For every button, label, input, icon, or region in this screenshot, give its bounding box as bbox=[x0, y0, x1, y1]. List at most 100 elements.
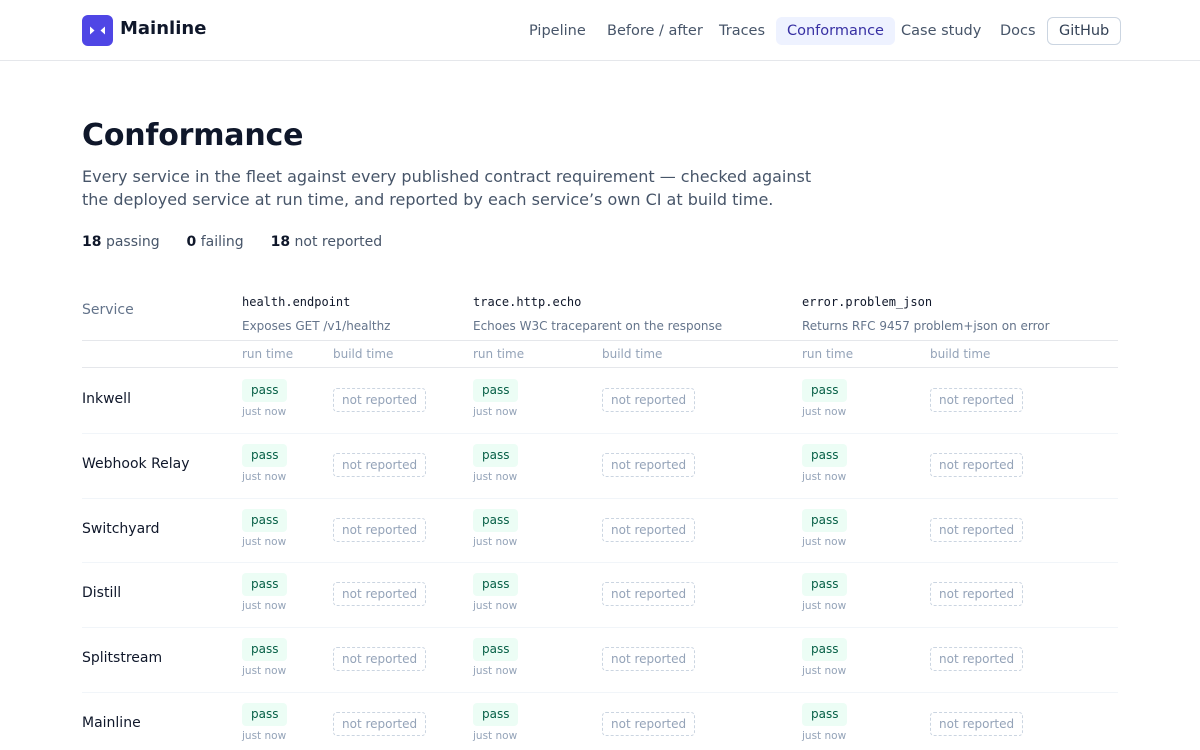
run-status-badge: pass bbox=[242, 443, 288, 467]
conformance-summary: 18 passing 0 failing 18 not reported bbox=[82, 234, 382, 250]
run-status-badge: pass bbox=[242, 508, 288, 532]
run-time-subheader: run time bbox=[802, 347, 854, 361]
build-status-badge: not reported bbox=[930, 582, 1024, 607]
requirement-description: Returns RFC 9457 problem+json on error bbox=[802, 319, 1050, 333]
page-description: Every service in the fleet against every… bbox=[82, 167, 812, 209]
run-timestamp: just now bbox=[473, 600, 518, 613]
service-name: Switchyard bbox=[82, 520, 160, 537]
run-status-badge: pass bbox=[802, 573, 848, 597]
run-timestamp: just now bbox=[473, 470, 518, 483]
nav-traces[interactable]: Traces bbox=[708, 17, 776, 45]
run-timestamp: just now bbox=[473, 665, 518, 678]
build-time-subheader: build time bbox=[602, 347, 663, 361]
run-timestamp: just now bbox=[242, 535, 287, 548]
build-status-badge: not reported bbox=[602, 712, 696, 736]
run-status-badge: pass bbox=[473, 573, 519, 597]
nav-pipeline[interactable]: Pipeline bbox=[518, 17, 597, 45]
build-status-badge: not reported bbox=[333, 388, 427, 412]
top-navigation-bar: Mainline Pipeline Before / after Traces … bbox=[0, 0, 1200, 61]
page-title: Conformance bbox=[82, 118, 304, 153]
build-status-badge: not reported bbox=[333, 517, 427, 542]
build-status-badge: not reported bbox=[602, 452, 696, 477]
run-timestamp: just now bbox=[802, 470, 847, 483]
run-status-badge: pass bbox=[802, 443, 848, 467]
failing-label: failing bbox=[200, 234, 244, 250]
requirement-header: trace.http.echo Echoes W3C traceparent o… bbox=[473, 295, 722, 333]
build-time-subheader: build time bbox=[333, 347, 394, 361]
build-status-badge: not reported bbox=[333, 452, 427, 477]
run-status-badge: pass bbox=[473, 379, 519, 402]
nav-conformance[interactable]: Conformance bbox=[776, 17, 895, 45]
nav-docs[interactable]: Docs bbox=[989, 17, 1047, 45]
build-status-badge: not reported bbox=[333, 582, 427, 607]
build-status-badge: not reported bbox=[930, 712, 1024, 736]
requirement-id: trace.http.echo bbox=[473, 295, 582, 309]
requirement-id: error.problem_json bbox=[802, 295, 933, 309]
run-status-badge: pass bbox=[802, 379, 848, 402]
build-status-badge: not reported bbox=[333, 647, 427, 672]
logo[interactable] bbox=[82, 15, 113, 46]
row-divider bbox=[82, 562, 1118, 563]
run-status-badge: pass bbox=[473, 443, 519, 467]
build-status-badge: not reported bbox=[930, 517, 1024, 542]
service-column-header: Service bbox=[82, 302, 134, 318]
passing-label: passing bbox=[105, 234, 160, 250]
service-name: Webhook Relay bbox=[82, 455, 190, 472]
brand-name[interactable]: Mainline bbox=[120, 18, 206, 39]
run-timestamp: just now bbox=[802, 600, 847, 613]
build-status-badge: not reported bbox=[930, 452, 1024, 477]
run-timestamp: just now bbox=[242, 665, 287, 678]
run-timestamp: just now bbox=[242, 406, 287, 418]
build-status-badge: not reported bbox=[602, 582, 696, 607]
build-status-badge: not reported bbox=[930, 647, 1024, 672]
nav-before-after[interactable]: Before / after bbox=[596, 17, 714, 45]
subheader-divider bbox=[82, 367, 1118, 368]
collapse-arrows-icon bbox=[90, 26, 105, 35]
requirement-header: health.endpoint Exposes GET /v1/healthz bbox=[242, 295, 390, 333]
run-status-badge: pass bbox=[242, 703, 288, 726]
passing-count: 18 bbox=[82, 234, 102, 250]
build-status-badge: not reported bbox=[602, 647, 696, 672]
service-name: Mainline bbox=[82, 715, 141, 731]
service-name: Inkwell bbox=[82, 391, 131, 407]
row-divider bbox=[82, 692, 1118, 693]
run-timestamp: just now bbox=[802, 665, 847, 678]
run-timestamp: just now bbox=[802, 730, 847, 742]
not-reported-count: 18 bbox=[270, 234, 291, 250]
row-divider bbox=[82, 498, 1118, 499]
service-name: Distill bbox=[82, 585, 122, 602]
run-timestamp: just now bbox=[242, 470, 287, 483]
github-button[interactable]: GitHub bbox=[1047, 17, 1122, 45]
build-status-badge: not reported bbox=[930, 388, 1024, 412]
service-name: Splitstream bbox=[82, 650, 163, 667]
build-status-badge: not reported bbox=[602, 388, 696, 412]
run-timestamp: just now bbox=[242, 600, 287, 613]
run-timestamp: just now bbox=[473, 730, 518, 742]
build-status-badge: not reported bbox=[333, 712, 427, 736]
requirement-id: health.endpoint bbox=[242, 295, 351, 309]
header-divider bbox=[82, 340, 1118, 341]
run-status-badge: pass bbox=[802, 508, 848, 532]
run-timestamp: just now bbox=[802, 535, 847, 548]
run-timestamp: just now bbox=[242, 730, 287, 742]
run-timestamp: just now bbox=[802, 406, 847, 418]
requirement-description: Echoes W3C traceparent on the response bbox=[473, 319, 723, 333]
build-status-badge: not reported bbox=[602, 517, 696, 542]
run-status-badge: pass bbox=[473, 703, 519, 726]
run-timestamp: just now bbox=[473, 535, 518, 548]
requirement-description: Exposes GET /v1/healthz bbox=[242, 319, 391, 333]
run-status-badge: pass bbox=[473, 508, 519, 532]
row-divider bbox=[82, 433, 1118, 434]
run-status-badge: pass bbox=[802, 703, 848, 726]
run-status-badge: pass bbox=[242, 573, 288, 597]
run-time-subheader: run time bbox=[473, 347, 525, 361]
build-time-subheader: build time bbox=[930, 347, 991, 361]
requirement-header: error.problem_json Returns RFC 9457 prob… bbox=[802, 295, 1050, 333]
run-status-badge: pass bbox=[473, 638, 519, 662]
not-reported-label: not reported bbox=[294, 234, 383, 250]
run-status-badge: pass bbox=[802, 638, 848, 662]
run-time-subheader: run time bbox=[242, 347, 294, 361]
failing-count: 0 bbox=[186, 234, 197, 250]
run-timestamp: just now bbox=[473, 406, 518, 418]
nav-case-study[interactable]: Case study bbox=[890, 17, 992, 45]
